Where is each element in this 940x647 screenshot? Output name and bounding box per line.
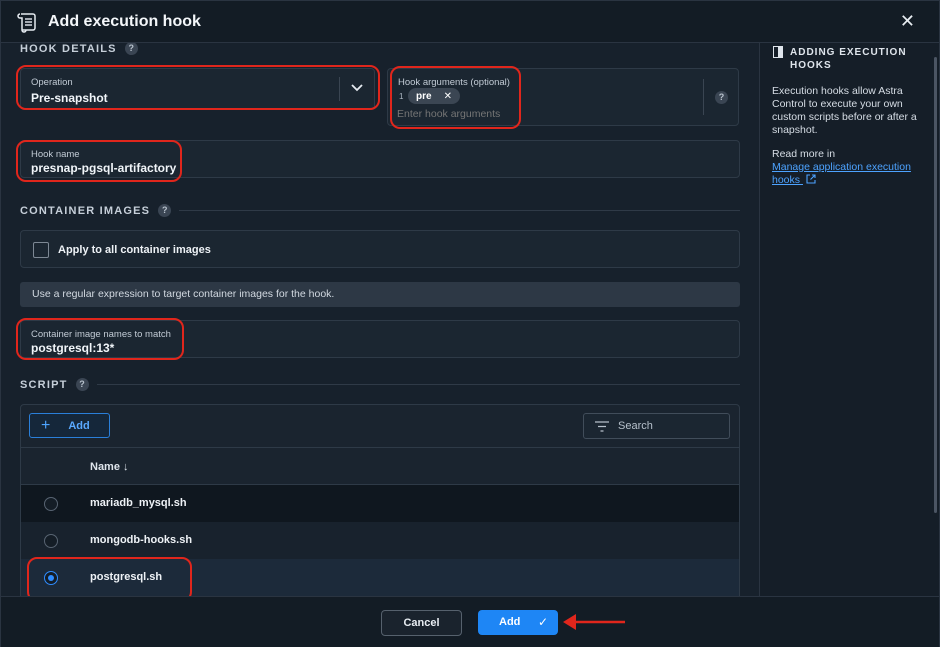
script-name: mongodb-hooks.sh [90,534,193,546]
operation-value: Pre-snapshot [31,91,108,105]
script-name: mariadb_mysql.sh [90,497,187,509]
hook-arguments-field[interactable]: Hook arguments (optional) 1 pre ✕ ? [387,68,739,126]
dialog-header: Add execution hook ✕ [1,1,939,43]
dialog-title: Add execution hook [48,13,201,30]
apply-all-images-row[interactable]: Apply to all container images [20,230,740,268]
help-icon[interactable]: ? [124,43,138,55]
scrollbar[interactable] [934,57,937,513]
table-row[interactable]: postgresql.sh [21,559,739,596]
script-title: SCRIPT ? [20,378,740,391]
table-header: Name ↓ [21,447,739,485]
apply-all-checkbox[interactable] [33,242,49,258]
table-row[interactable]: mariadb_mysql.sh [21,485,739,522]
image-names-label: Container image names to match [31,329,171,340]
row-radio[interactable] [44,497,58,511]
add-execution-hook-dialog: Add execution hook ✕ HOOK DETAILS ? Oper… [0,0,940,647]
hook-arguments-label: Hook arguments (optional) [398,77,510,88]
dialog-footer: Cancel Add ✓ [1,596,939,647]
remove-chip-icon[interactable]: ✕ [444,91,452,102]
close-icon[interactable]: ✕ [900,11,915,32]
red-arrow-annotation [563,614,625,630]
script-table: + Add Search Name ↓ mariadb_mysql.sh mon… [20,404,740,596]
dialog-main: HOOK DETAILS ? Operation Pre-snapshot Ho… [1,43,759,596]
cancel-button[interactable]: Cancel [381,610,462,636]
apply-all-label: Apply to all container images [58,244,211,256]
script-name: postgresql.sh [90,571,163,583]
side-panel-text: Execution hooks allow Astra Control to e… [772,85,917,136]
image-names-field[interactable]: Container image names to match postgresq… [20,320,740,358]
arguments-divider [703,79,704,115]
column-name-header[interactable]: Name ↓ [90,461,129,473]
hook-name-label: Hook name [31,149,80,160]
search-input[interactable]: Search [583,413,730,439]
hook-name-value: presnap-pgsql-artifactory [31,161,177,175]
hook-details-title: HOOK DETAILS ? [20,43,138,55]
hook-arguments-input[interactable] [397,108,557,120]
section-rule [96,384,740,385]
hook-name-field[interactable]: Hook name presnap-pgsql-artifactory [20,140,740,178]
operation-label: Operation [31,77,73,88]
manage-hooks-link[interactable]: Manage application execution hooks [772,161,937,187]
plus-icon: + [41,416,51,434]
book-icon [773,46,783,58]
container-images-title: CONTAINER IMAGES ? [20,204,740,217]
operation-select[interactable]: Operation Pre-snapshot [20,68,375,110]
help-icon[interactable]: ? [715,91,728,104]
add-script-button[interactable]: + Add [29,413,110,438]
section-rule [179,210,740,211]
external-link-icon [806,174,816,184]
help-icon[interactable]: ? [75,378,89,391]
chevron-down-icon[interactable] [351,83,363,93]
container-images-info: Use a regular expression to target conta… [20,282,740,307]
read-more-text: Read more in [772,148,836,160]
help-icon[interactable]: ? [158,204,172,217]
help-side-panel: ADDING EXECUTION HOOKS Execution hooks a… [759,43,939,596]
filter-icon [595,421,609,432]
scroll-icon [17,13,36,33]
row-radio[interactable] [44,534,58,548]
side-panel-title: ADDING EXECUTION HOOKS [790,47,907,71]
row-radio-selected[interactable] [44,571,58,585]
image-names-value: postgresql:13* [31,341,115,355]
argument-chip: pre ✕ [408,88,460,104]
select-divider [339,77,340,101]
add-button[interactable]: Add ✓ [478,610,558,635]
check-icon: ✓ [537,615,548,629]
table-row[interactable]: mongodb-hooks.sh [21,522,739,559]
argument-chip-label: pre [416,90,432,102]
argument-index: 1 [399,92,404,101]
